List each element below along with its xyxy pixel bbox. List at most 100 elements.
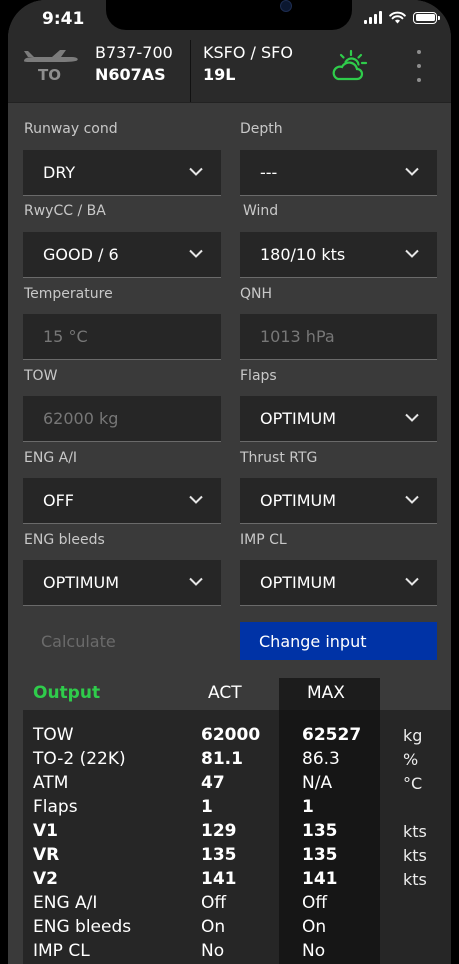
table-row: ENG A/I Off Off: [23, 891, 451, 915]
chevron-down-icon: [189, 249, 203, 258]
row-unit: °C: [403, 774, 423, 793]
tow-field[interactable]: 62000 kg: [23, 396, 221, 442]
camera-dot: [280, 0, 292, 12]
row-act: 141: [201, 869, 237, 889]
label-tow: TOW: [24, 368, 58, 384]
table-row: VR 135 135 kts: [23, 843, 451, 867]
row-label: ENG A/I: [33, 893, 98, 913]
thrust-rtg-select[interactable]: OPTIMUM: [240, 478, 437, 524]
output-header: Output ACT MAX: [23, 678, 451, 710]
calculate-button[interactable]: Calculate: [23, 622, 221, 660]
eng-bleeds-value: OPTIMUM: [43, 573, 120, 592]
chevron-down-icon: [405, 249, 419, 258]
device-frame: 9:41 TO B737-700 N607AS KSFO / SFO 19L R…: [0, 0, 459, 964]
more-vertical-icon[interactable]: [414, 50, 424, 82]
table-row: TO-2 (22K) 81.1 86.3 %: [23, 747, 451, 771]
table-row: TOW 62000 62527 kg: [23, 723, 451, 747]
row-act: No: [201, 941, 225, 961]
row-unit: %: [403, 750, 419, 769]
row-act: On: [201, 917, 226, 937]
partly-cloudy-icon[interactable]: [330, 48, 370, 84]
row-max: 1: [302, 797, 314, 817]
row-act: 62000: [201, 725, 261, 745]
aircraft-registration: N607AS: [95, 65, 166, 84]
change-input-button[interactable]: Change input: [240, 622, 437, 660]
row-label: VR: [33, 845, 60, 865]
label-depth: Depth: [240, 121, 283, 137]
row-max: 135: [302, 845, 338, 865]
label-eng-bleeds: ENG bleeds: [24, 532, 105, 548]
aircraft-type: B737-700: [95, 43, 173, 62]
flight-header: TO B737-700 N607AS KSFO / SFO 19L: [8, 40, 451, 103]
flight-phase: TO: [38, 66, 61, 84]
wind-select[interactable]: 180/10 kts: [240, 232, 437, 278]
airport-code: KSFO / SFO: [203, 43, 293, 62]
table-row: Flaps 1 1: [23, 795, 451, 819]
table-row: V2 141 141 kts: [23, 867, 451, 891]
chevron-down-icon: [405, 167, 419, 176]
output-table: TOW 62000 62527 kg TO-2 (22K) 81.1 86.3 …: [23, 710, 451, 964]
table-row: ENG bleeds On On: [23, 915, 451, 939]
chevron-down-icon: [405, 495, 419, 504]
row-unit: kts: [403, 870, 427, 889]
row-label: TO-2 (22K): [33, 749, 126, 769]
battery-icon: [413, 11, 440, 24]
label-wind: Wind: [243, 203, 279, 219]
rwycc-value: GOOD / 6: [43, 245, 119, 264]
row-max: On: [302, 917, 327, 937]
change-input-label: Change input: [259, 632, 367, 651]
runway-id: 19L: [203, 65, 236, 84]
row-max: Off: [302, 893, 328, 913]
chevron-down-icon: [405, 577, 419, 586]
tow-value: 62000 kg: [43, 409, 119, 428]
airplane-icon: [24, 50, 78, 62]
label-thrust-rtg: Thrust RTG: [240, 450, 318, 466]
row-max: 62527: [302, 725, 362, 745]
eng-ai-select[interactable]: OFF: [23, 478, 221, 524]
header-divider: [190, 40, 191, 102]
table-row: ATM 47 N/A °C: [23, 771, 451, 795]
row-label: V1: [33, 821, 58, 841]
col-act-header: ACT: [208, 683, 242, 703]
row-act: 129: [201, 821, 237, 841]
row-unit: kts: [403, 822, 427, 841]
row-act: 135: [201, 845, 237, 865]
eng-ai-value: OFF: [43, 491, 74, 510]
label-rwycc: RwyCC / BA: [24, 203, 106, 219]
depth-value: ---: [260, 163, 278, 182]
flaps-select[interactable]: OPTIMUM: [240, 396, 437, 442]
temperature-field[interactable]: 15 °C: [23, 314, 221, 360]
chevron-down-icon: [405, 413, 419, 422]
row-label: ENG bleeds: [33, 917, 132, 937]
table-row: V1 129 135 kts: [23, 819, 451, 843]
rwycc-select[interactable]: GOOD / 6: [23, 232, 221, 278]
calculate-label: Calculate: [41, 632, 116, 651]
row-unit: kg: [403, 726, 423, 745]
chevron-down-icon: [189, 167, 203, 176]
imp-cl-select[interactable]: OPTIMUM: [240, 560, 437, 606]
airport-info[interactable]: KSFO / SFO 19L: [203, 42, 293, 86]
output-title: Output: [33, 683, 101, 703]
col-max-header: MAX: [279, 678, 380, 710]
label-eng-ai: ENG A/I: [24, 450, 78, 466]
depth-select[interactable]: ---: [240, 150, 437, 196]
aircraft-info[interactable]: B737-700 N607AS: [95, 42, 173, 86]
app-screen: 9:41 TO B737-700 N607AS KSFO / SFO 19L R…: [8, 0, 451, 964]
cellular-signal-icon: [364, 11, 382, 24]
row-act: 1: [201, 797, 213, 817]
chevron-down-icon: [189, 495, 203, 504]
label-imp-cl: IMP CL: [240, 532, 287, 548]
flaps-value: OPTIMUM: [260, 409, 337, 428]
col-max-label: MAX: [307, 683, 345, 703]
eng-bleeds-select[interactable]: OPTIMUM: [23, 560, 221, 606]
qnh-field[interactable]: 1013 hPa: [240, 314, 437, 360]
row-max: 135: [302, 821, 338, 841]
row-max: N/A: [302, 773, 333, 793]
label-qnh: QNH: [240, 286, 273, 302]
runway-cond-select[interactable]: DRY: [23, 150, 221, 196]
label-temperature: Temperature: [24, 286, 113, 302]
status-time: 9:41: [42, 9, 85, 29]
notch: [106, 0, 352, 30]
row-label: Flaps: [33, 797, 78, 817]
row-label: ATM: [33, 773, 69, 793]
